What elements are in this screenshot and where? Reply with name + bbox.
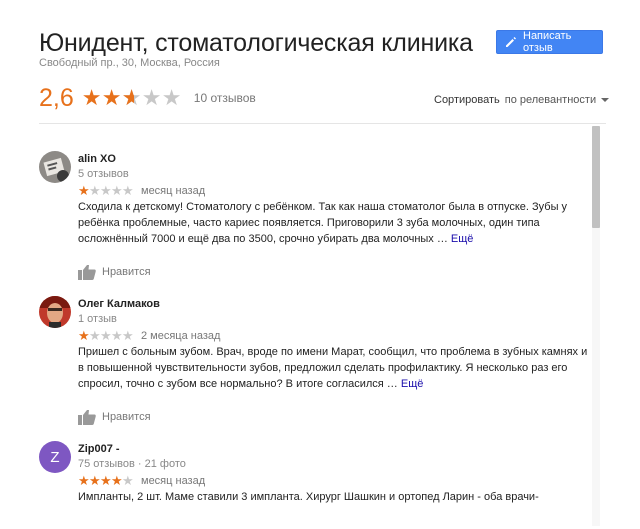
half-star-icon: ★ ★ — [121, 85, 142, 110]
review-stars: ★ ★ ★ ★ ★ — [78, 183, 134, 198]
rating-summary: 2,6 ★ ★ ★ ★ ★ ★ 10 отзывов — [39, 83, 256, 113]
rating-value: 2,6 — [39, 83, 74, 112]
write-review-label: Написать отзыв — [523, 30, 572, 54]
review-text: Пришел с больным зубом. Врач, вроде по и… — [78, 344, 593, 392]
like-button[interactable]: Нравится — [78, 264, 151, 280]
review-author[interactable]: Zip007 - — [78, 443, 120, 455]
review-author-meta: 1 отзыв — [78, 313, 117, 325]
review-author-meta: 75 отзывов · 21 фото — [78, 458, 186, 470]
star-icon: ★ — [89, 183, 101, 198]
star-icon: ★ — [111, 473, 123, 488]
review-text-body: Сходила к детскому! Стоматологу с ребёнк… — [78, 201, 568, 245]
review-item: Олег Калмаков 1 отзыв ★ ★ ★ ★ ★ 2 месяца наз… — [39, 296, 589, 426]
review-item: alin XO 5 отзывов ★ ★ ★ ★ ★ месяц назад Сход… — [39, 151, 589, 281]
star-icon: ★ — [100, 473, 112, 488]
review-author[interactable]: alin XO — [78, 153, 116, 165]
star-icon: ★ — [122, 473, 134, 488]
scrollbar-thumb[interactable] — [592, 126, 600, 228]
star-icon: ★ — [122, 328, 134, 343]
sort-value: по релевантности — [504, 94, 597, 106]
review-text-body: Импланты, 2 шт. Маме ставили 3 импланта.… — [78, 491, 539, 503]
divider — [39, 123, 606, 124]
like-label: Нравится — [102, 411, 151, 423]
like-button[interactable]: Нравится — [78, 409, 151, 425]
more-link[interactable]: Ещё — [451, 233, 474, 245]
review-text: Сходила к детскому! Стоматологу с ребёнк… — [78, 199, 593, 247]
review-text-body: Пришел с больным зубом. Врач, вроде по и… — [78, 346, 588, 390]
rating-stars: ★ ★ ★ ★ ★ ★ — [82, 87, 182, 109]
star-icon: ★ — [111, 328, 123, 343]
review-text: Импланты, 2 шт. Маме ставили 3 импланта.… — [78, 489, 593, 505]
place-title: Юнидент, стоматологическая клиника — [39, 29, 473, 57]
reviews-count: 10 отзывов — [193, 91, 256, 105]
star-icon: ★ — [78, 183, 90, 198]
avatar[interactable] — [39, 151, 71, 183]
star-icon: ★ — [111, 183, 123, 198]
star-icon: ★ — [81, 85, 102, 110]
star-icon: ★ — [89, 473, 101, 488]
sort-label: Сортировать — [434, 94, 500, 106]
review-time: месяц назад — [141, 474, 206, 487]
review-author[interactable]: Олег Калмаков — [78, 298, 160, 310]
avatar[interactable]: Z — [39, 441, 71, 473]
review-time: 2 месяца назад — [141, 329, 221, 342]
star-icon: ★ — [141, 85, 162, 110]
star-icon: ★ — [101, 85, 122, 110]
review-stars: ★ ★ ★ ★ ★ — [78, 328, 134, 343]
review-author-meta: 5 отзывов — [78, 168, 129, 180]
like-label: Нравится — [102, 266, 151, 278]
review-time: месяц назад — [141, 184, 206, 197]
star-icon: ★ — [100, 328, 112, 343]
place-address: Свободный пр., 30, Москва, Россия — [39, 57, 220, 69]
sort-dropdown[interactable]: Сортировать по релевантности — [434, 94, 610, 106]
star-icon: ★ — [122, 183, 134, 198]
thumbs-up-icon — [78, 265, 96, 280]
pencil-icon — [504, 35, 518, 49]
star-icon: ★ — [78, 473, 90, 488]
avatar[interactable] — [39, 296, 71, 328]
thumbs-up-icon — [78, 410, 96, 425]
review-item: Z Zip007 - 75 отзывов · 21 фото ★ ★ ★ ★ ★ ме… — [39, 441, 589, 529]
chevron-down-icon — [601, 98, 610, 102]
write-review-button[interactable]: Написать отзыв — [496, 30, 603, 54]
star-icon: ★ — [78, 328, 90, 343]
more-link[interactable]: Ещё — [401, 378, 424, 390]
star-icon: ★ — [161, 85, 182, 110]
star-icon: ★ — [89, 328, 101, 343]
review-stars: ★ ★ ★ ★ ★ — [78, 473, 134, 488]
star-icon: ★ — [100, 183, 112, 198]
